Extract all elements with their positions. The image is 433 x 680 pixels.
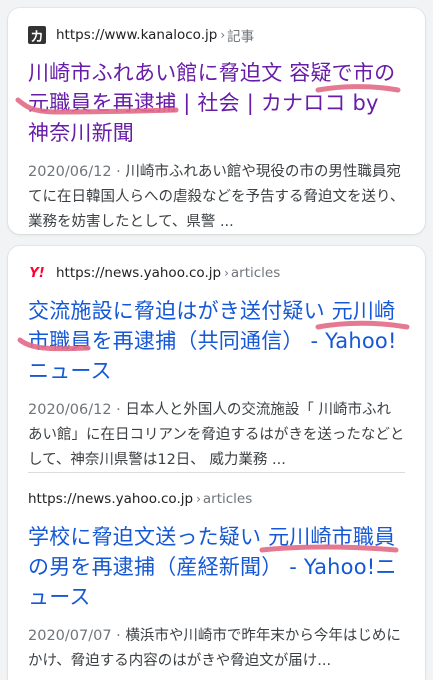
result-breadcrumb: articles xyxy=(202,491,253,507)
breadcrumb-chevron-icon: › xyxy=(220,28,226,42)
date-separator: · xyxy=(111,164,126,180)
search-result: https://news.yahoo.co.jp › articles 学校に脅… xyxy=(8,486,425,674)
date-separator: · xyxy=(111,628,126,644)
breadcrumb-chevron-icon: › xyxy=(224,266,229,280)
result-date: 2020/06/12 xyxy=(28,164,112,180)
date-separator: · xyxy=(111,402,126,418)
search-result-card: Y! https://news.yahoo.co.jp › articles 交… xyxy=(8,246,425,680)
search-result: Y! https://news.yahoo.co.jp › articles 交… xyxy=(8,260,425,473)
result-source[interactable]: カ https://www.kanaloco.jp › 記事 xyxy=(28,22,405,48)
result-title-link[interactable]: 交流施設に脅迫はがき送付疑い 元川崎市職員を再逮捕（共同通信） - Yahoo!… xyxy=(28,296,405,386)
result-breadcrumb: articles xyxy=(230,265,281,281)
breadcrumb-chevron-icon: › xyxy=(196,492,201,506)
result-divider xyxy=(28,472,405,473)
result-date: 2020/06/12 xyxy=(28,402,112,418)
result-title-link[interactable]: 川崎市ふれあい館に脅迫文 容疑で市の元職員を再逮捕 | 社会 | カナロコ by… xyxy=(28,58,405,148)
search-result: カ https://www.kanaloco.jp › 記事 川崎市ふれあい館に… xyxy=(8,22,425,235)
kanagawa-shimbun-favicon-icon: カ xyxy=(28,26,46,45)
result-url[interactable]: https://news.yahoo.co.jp xyxy=(56,265,221,281)
result-source[interactable]: Y! https://news.yahoo.co.jp › articles xyxy=(28,260,405,286)
result-snippet: 2020/06/12 · 日本人と外国人の交流施設「 川崎市ふれあい館」に在日コ… xyxy=(28,398,405,473)
yahoo-favicon-icon: Y! xyxy=(29,265,45,281)
search-result-card: カ https://www.kanaloco.jp › 記事 川崎市ふれあい館に… xyxy=(8,8,425,234)
result-source[interactable]: https://news.yahoo.co.jp › articles xyxy=(28,486,405,512)
result-date: 2020/07/07 xyxy=(28,628,112,644)
result-url[interactable]: https://news.yahoo.co.jp xyxy=(28,491,193,507)
result-breadcrumb: 記事 xyxy=(227,29,255,45)
result-title-link[interactable]: 学校に脅迫文送った疑い 元川崎市職員の男を再逮捕（産経新聞） - Yahoo!ニ… xyxy=(28,522,405,612)
result-url[interactable]: https://www.kanaloco.jp xyxy=(56,27,217,43)
result-snippet: 2020/07/07 · 横浜市や川崎市で昨年末から今年はじめにかけ、脅迫する内… xyxy=(28,624,405,674)
result-snippet: 2020/06/12 · 川崎市ふれあい館や現役の市の男性職員宛てに在日韓国人ら… xyxy=(28,160,405,235)
